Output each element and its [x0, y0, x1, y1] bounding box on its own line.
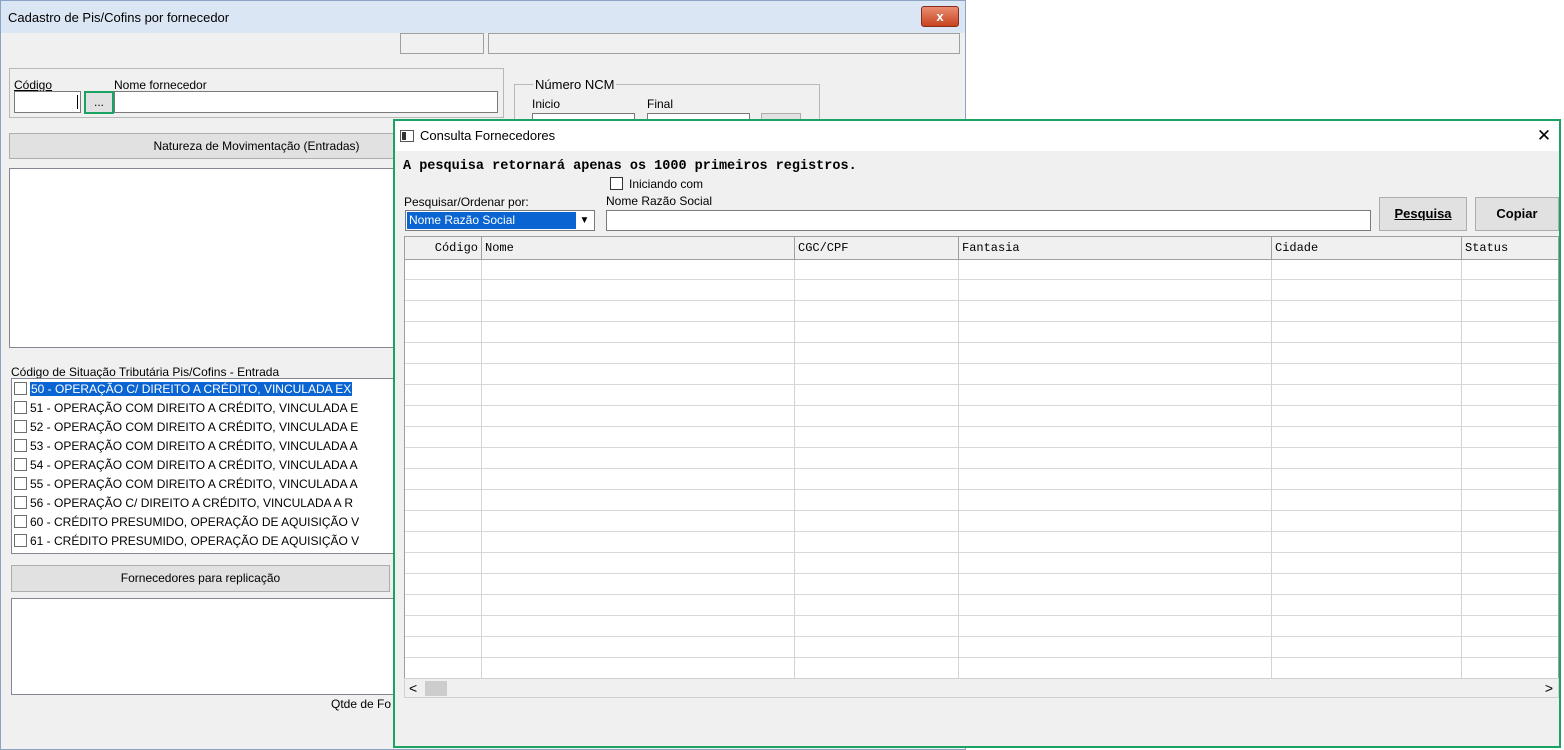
ordenar-select[interactable]: Nome Razão Social ▼ [405, 210, 595, 231]
grid-col-divider [481, 260, 482, 690]
col-status[interactable]: Status [1462, 237, 1558, 259]
table-row [405, 447, 1558, 448]
table-row [405, 363, 1558, 364]
horizontal-scrollbar[interactable]: < > [404, 678, 1559, 698]
ncm-group-label: Número NCM [533, 77, 617, 92]
table-row [405, 552, 1558, 553]
grid-header: Código Nome CGC/CPF Fantasia Cidade Stat… [405, 237, 1558, 260]
table-row [405, 489, 1558, 490]
grid-col-divider [958, 260, 959, 690]
grid-col-divider [1271, 260, 1272, 690]
status-panel-2 [488, 33, 960, 54]
scroll-thumb[interactable] [425, 681, 447, 696]
codigo-input[interactable] [14, 91, 81, 113]
nome-fornecedor-label: Nome fornecedor [114, 78, 207, 92]
window-icon [400, 130, 414, 142]
copiar-button[interactable]: Copiar [1475, 197, 1559, 231]
table-row [405, 510, 1558, 511]
table-row [405, 405, 1558, 406]
table-row [405, 573, 1558, 574]
table-row [405, 615, 1558, 616]
col-cgc-cpf[interactable]: CGC/CPF [795, 237, 959, 259]
cst-item[interactable]: 55 - OPERAÇÃO COM DIREITO A CRÉDITO, VIN… [14, 475, 394, 493]
table-row [405, 531, 1558, 532]
table-row [405, 657, 1558, 658]
search-label: Nome Razão Social [606, 194, 713, 208]
final-label: Final [647, 97, 674, 111]
cst-item[interactable]: 60 - CRÉDITO PRESUMIDO, OPERAÇÃO DE AQUI… [14, 513, 394, 531]
cst-list[interactable]: 50 - OPERAÇÃO C/ DIREITO A CRÉDITO, VINC… [11, 378, 403, 554]
inicio-label: Inicio [532, 97, 561, 111]
table-row [405, 384, 1558, 385]
main-window-titlebar[interactable]: Cadastro de Pis/Cofins por fornecedor x [1, 1, 965, 33]
fornecedores-replicacao-list[interactable] [11, 598, 396, 695]
table-row [405, 279, 1558, 280]
table-row [405, 636, 1558, 637]
checkbox[interactable] [14, 515, 27, 528]
col-fantasia[interactable]: Fantasia [959, 237, 1272, 259]
consulta-fornecedores-dialog: Consulta Fornecedores ✕ A pesquisa retor… [393, 119, 1561, 748]
dialog-title: Consulta Fornecedores [420, 128, 556, 143]
codigo-label: Código [14, 78, 53, 92]
cst-item[interactable]: 53 - OPERAÇÃO COM DIREITO A CRÉDITO, VIN… [14, 437, 394, 455]
qtde-fornecedores-label: Qtde de Fo [331, 697, 392, 711]
fornecedores-grid[interactable]: Código Nome CGC/CPF Fantasia Cidade Stat… [404, 236, 1559, 691]
checkbox[interactable] [14, 382, 27, 395]
fornecedores-replicacao-button[interactable]: Fornecedores para replicação [11, 565, 390, 592]
main-window-close-button[interactable]: x [921, 6, 959, 27]
chevron-down-icon[interactable]: ▼ [576, 212, 593, 229]
checkbox[interactable] [14, 534, 27, 547]
col-cidade[interactable]: Cidade [1272, 237, 1462, 259]
notice-text: A pesquisa retornará apenas os 1000 prim… [403, 159, 857, 174]
ordenar-label: Pesquisar/Ordenar por: [404, 195, 529, 209]
dialog-titlebar[interactable]: Consulta Fornecedores ✕ [395, 121, 1559, 151]
checkbox[interactable] [14, 401, 27, 414]
cst-item[interactable]: 52 - OPERAÇÃO COM DIREITO A CRÉDITO, VIN… [14, 418, 394, 436]
dialog-close-button[interactable]: ✕ [1535, 127, 1553, 145]
col-codigo[interactable]: Código [405, 237, 482, 259]
table-row [405, 321, 1558, 322]
nome-fornecedor-input[interactable] [114, 91, 498, 113]
scroll-left-icon[interactable]: < [409, 680, 417, 696]
checkbox[interactable] [14, 496, 27, 509]
scroll-right-icon[interactable]: > [1545, 680, 1553, 696]
search-input[interactable] [606, 210, 1371, 231]
text-cursor [77, 95, 78, 109]
status-panel-1 [400, 33, 484, 54]
cst-item[interactable]: 51 - OPERAÇÃO COM DIREITO A CRÉDITO, VIN… [14, 399, 394, 417]
cst-item[interactable]: 61 - CRÉDITO PRESUMIDO, OPERAÇÃO DE AQUI… [14, 532, 394, 550]
pesquisa-button[interactable]: Pesquisa [1379, 197, 1467, 231]
pesquisa-button-label: Pesquisa [1394, 206, 1452, 221]
table-row [405, 468, 1558, 469]
ordenar-selected-value: Nome Razão Social [407, 212, 576, 229]
cst-item[interactable]: 50 - OPERAÇÃO C/ DIREITO A CRÉDITO, VINC… [14, 380, 394, 398]
cst-label: Código de Situação Tributária Pis/Cofins… [11, 365, 280, 379]
grid-col-divider [1461, 260, 1462, 690]
table-row [405, 594, 1558, 595]
checkbox[interactable] [14, 420, 27, 433]
col-nome[interactable]: Nome [482, 237, 795, 259]
lookup-fornecedor-button[interactable]: ... [84, 91, 114, 114]
iniciando-com-checkbox[interactable] [610, 177, 623, 190]
cst-item[interactable]: 54 - OPERAÇÃO COM DIREITO A CRÉDITO, VIN… [14, 456, 394, 474]
iniciando-com-label: Iniciando com [629, 177, 704, 191]
checkbox[interactable] [14, 477, 27, 490]
main-window-title: Cadastro de Pis/Cofins por fornecedor [8, 10, 230, 25]
table-row [405, 342, 1558, 343]
checkbox[interactable] [14, 439, 27, 452]
table-row [405, 300, 1558, 301]
checkbox[interactable] [14, 458, 27, 471]
cst-item[interactable]: 56 - OPERAÇÃO C/ DIREITO A CRÉDITO, VINC… [14, 494, 394, 512]
grid-col-divider [794, 260, 795, 690]
table-row [405, 426, 1558, 427]
